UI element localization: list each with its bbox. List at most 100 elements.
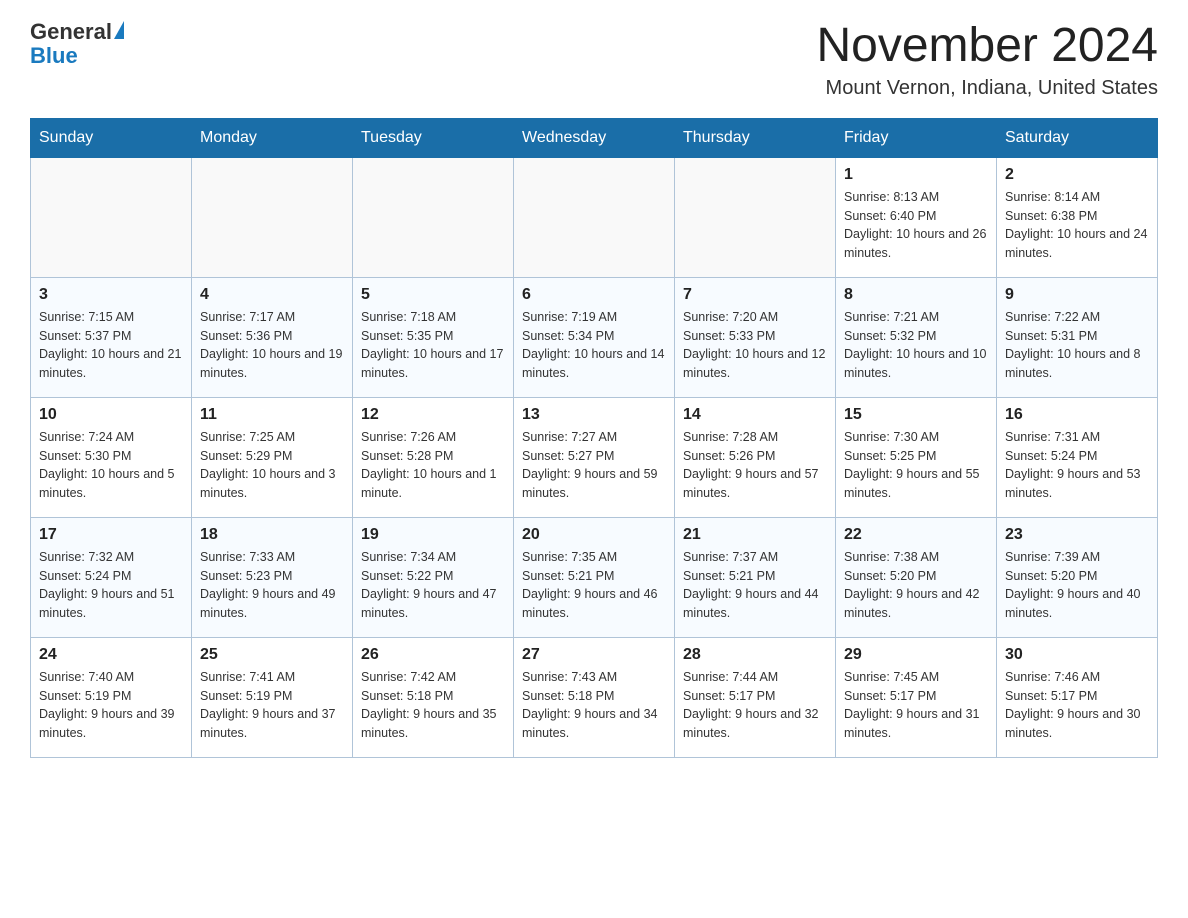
day-info: Sunrise: 7:15 AMSunset: 5:37 PMDaylight:… [39, 308, 183, 383]
day-number: 15 [844, 406, 988, 424]
day-number: 9 [1005, 286, 1149, 304]
calendar-week-2: 3 Sunrise: 7:15 AMSunset: 5:37 PMDaylight… [31, 277, 1158, 397]
day-info: Sunrise: 7:35 AMSunset: 5:21 PMDaylight:… [522, 548, 666, 623]
calendar-week-4: 17 Sunrise: 7:32 AMSunset: 5:24 PMDayligh… [31, 517, 1158, 637]
day-number: 30 [1005, 646, 1149, 664]
calendar-cell [514, 157, 675, 277]
day-info: Sunrise: 7:32 AMSunset: 5:24 PMDaylight:… [39, 548, 183, 623]
day-number: 18 [200, 526, 344, 544]
calendar-cell: 30 Sunrise: 7:46 AMSunset: 5:17 PMDayligh… [997, 637, 1158, 757]
header-cell-wednesday: Wednesday [514, 118, 675, 157]
day-number: 12 [361, 406, 505, 424]
month-title: November 2024 [816, 20, 1158, 73]
calendar-cell: 26Sunrise: 7:42 AMSunset: 5:18 PMDayligh… [353, 637, 514, 757]
day-number: 28 [683, 646, 827, 664]
day-number: 3 [39, 286, 183, 304]
calendar-cell: 28 Sunrise: 7:44 AMSunset: 5:17 PMDayligh… [675, 637, 836, 757]
day-info: Sunrise: 7:30 AMSunset: 5:25 PMDaylight:… [844, 428, 988, 503]
calendar-cell [353, 157, 514, 277]
calendar-cell: 6Sunrise: 7:19 AMSunset: 5:34 PMDaylight… [514, 277, 675, 397]
calendar-week-3: 10 Sunrise: 7:24 AMSunset: 5:30 PMDayligh… [31, 397, 1158, 517]
day-number: 2 [1005, 166, 1149, 184]
day-number: 20 [522, 526, 666, 544]
calendar-cell: 25 Sunrise: 7:41 AMSunset: 5:19 PMDayligh… [192, 637, 353, 757]
day-info: Sunrise: 7:24 AMSunset: 5:30 PMDaylight:… [39, 428, 183, 503]
day-info: Sunrise: 7:26 AMSunset: 5:28 PMDaylight:… [361, 428, 505, 503]
calendar-cell: 4Sunrise: 7:17 AMSunset: 5:36 PMDaylight… [192, 277, 353, 397]
day-number: 22 [844, 526, 988, 544]
calendar-cell [675, 157, 836, 277]
header-cell-saturday: Saturday [997, 118, 1158, 157]
calendar-cell: 8 Sunrise: 7:21 AMSunset: 5:32 PMDaylight… [836, 277, 997, 397]
calendar-cell: 24 Sunrise: 7:40 AMSunset: 5:19 PMDayligh… [31, 637, 192, 757]
day-info: Sunrise: 8:13 AMSunset: 6:40 PMDaylight:… [844, 188, 988, 263]
day-number: 17 [39, 526, 183, 544]
title-block: November 2024 Mount Vernon, Indiana, Uni… [816, 20, 1158, 100]
day-info: Sunrise: 7:20 AMSunset: 5:33 PMDaylight:… [683, 308, 827, 383]
calendar-cell: 11 Sunrise: 7:25 AMSunset: 5:29 PMDayligh… [192, 397, 353, 517]
calendar-cell: 22Sunrise: 7:38 AMSunset: 5:20 PMDayligh… [836, 517, 997, 637]
day-number: 4 [200, 286, 344, 304]
day-info: Sunrise: 7:46 AMSunset: 5:17 PMDaylight:… [1005, 668, 1149, 743]
calendar-cell: 7 Sunrise: 7:20 AMSunset: 5:33 PMDaylight… [675, 277, 836, 397]
day-info: Sunrise: 7:43 AMSunset: 5:18 PMDaylight:… [522, 668, 666, 743]
day-info: Sunrise: 7:27 AMSunset: 5:27 PMDaylight:… [522, 428, 666, 503]
day-number: 19 [361, 526, 505, 544]
calendar-cell: 18Sunrise: 7:33 AMSunset: 5:23 PMDayligh… [192, 517, 353, 637]
header-cell-sunday: Sunday [31, 118, 192, 157]
day-number: 5 [361, 286, 505, 304]
logo-text-blue: Blue [30, 44, 78, 68]
header-cell-tuesday: Tuesday [353, 118, 514, 157]
day-number: 7 [683, 286, 827, 304]
calendar-cell: 17 Sunrise: 7:32 AMSunset: 5:24 PMDayligh… [31, 517, 192, 637]
logo-triangle-icon [114, 21, 124, 39]
header-cell-thursday: Thursday [675, 118, 836, 157]
day-info: Sunrise: 7:41 AMSunset: 5:19 PMDaylight:… [200, 668, 344, 743]
calendar-cell: 27 Sunrise: 7:43 AMSunset: 5:18 PMDayligh… [514, 637, 675, 757]
calendar-cell: 9 Sunrise: 7:22 AMSunset: 5:31 PMDaylight… [997, 277, 1158, 397]
day-number: 21 [683, 526, 827, 544]
day-info: Sunrise: 7:39 AMSunset: 5:20 PMDaylight:… [1005, 548, 1149, 623]
day-info: Sunrise: 7:34 AMSunset: 5:22 PMDaylight:… [361, 548, 505, 623]
day-info: Sunrise: 7:40 AMSunset: 5:19 PMDaylight:… [39, 668, 183, 743]
day-number: 10 [39, 406, 183, 424]
calendar-cell: 3 Sunrise: 7:15 AMSunset: 5:37 PMDaylight… [31, 277, 192, 397]
day-number: 24 [39, 646, 183, 664]
day-info: Sunrise: 8:14 AMSunset: 6:38 PMDaylight:… [1005, 188, 1149, 263]
day-number: 16 [1005, 406, 1149, 424]
calendar-cell: 29Sunrise: 7:45 AMSunset: 5:17 PMDayligh… [836, 637, 997, 757]
day-info: Sunrise: 7:21 AMSunset: 5:32 PMDaylight:… [844, 308, 988, 383]
day-number: 26 [361, 646, 505, 664]
calendar-cell: 15 Sunrise: 7:30 AMSunset: 5:25 PMDayligh… [836, 397, 997, 517]
calendar-week-1: 1 Sunrise: 8:13 AMSunset: 6:40 PMDaylight… [31, 157, 1158, 277]
day-info: Sunrise: 7:22 AMSunset: 5:31 PMDaylight:… [1005, 308, 1149, 383]
page-header: General Blue November 2024 Mount Vernon,… [30, 20, 1158, 100]
calendar-cell: 20 Sunrise: 7:35 AMSunset: 5:21 PMDayligh… [514, 517, 675, 637]
header-row: SundayMondayTuesdayWednesdayThursdayFrid… [31, 118, 1158, 157]
day-info: Sunrise: 7:28 AMSunset: 5:26 PMDaylight:… [683, 428, 827, 503]
calendar-cell: 5Sunrise: 7:18 AMSunset: 5:35 PMDaylight… [353, 277, 514, 397]
logo: General Blue [30, 20, 124, 68]
calendar-header: SundayMondayTuesdayWednesdayThursdayFrid… [31, 118, 1158, 157]
day-info: Sunrise: 7:25 AMSunset: 5:29 PMDaylight:… [200, 428, 344, 503]
day-info: Sunrise: 7:44 AMSunset: 5:17 PMDaylight:… [683, 668, 827, 743]
calendar-cell: 14Sunrise: 7:28 AMSunset: 5:26 PMDayligh… [675, 397, 836, 517]
day-number: 13 [522, 406, 666, 424]
day-number: 1 [844, 166, 988, 184]
calendar-cell [192, 157, 353, 277]
day-info: Sunrise: 7:31 AMSunset: 5:24 PMDaylight:… [1005, 428, 1149, 503]
day-info: Sunrise: 7:45 AMSunset: 5:17 PMDaylight:… [844, 668, 988, 743]
header-cell-friday: Friday [836, 118, 997, 157]
calendar-table: SundayMondayTuesdayWednesdayThursdayFrid… [30, 118, 1158, 758]
day-number: 11 [200, 406, 344, 424]
header-cell-monday: Monday [192, 118, 353, 157]
day-number: 27 [522, 646, 666, 664]
calendar-week-5: 24 Sunrise: 7:40 AMSunset: 5:19 PMDayligh… [31, 637, 1158, 757]
calendar-cell: 21Sunrise: 7:37 AMSunset: 5:21 PMDayligh… [675, 517, 836, 637]
day-number: 6 [522, 286, 666, 304]
day-number: 25 [200, 646, 344, 664]
calendar-cell: 13 Sunrise: 7:27 AMSunset: 5:27 PMDayligh… [514, 397, 675, 517]
calendar-cell: 1 Sunrise: 8:13 AMSunset: 6:40 PMDaylight… [836, 157, 997, 277]
calendar-cell: 16 Sunrise: 7:31 AMSunset: 5:24 PMDayligh… [997, 397, 1158, 517]
day-number: 8 [844, 286, 988, 304]
